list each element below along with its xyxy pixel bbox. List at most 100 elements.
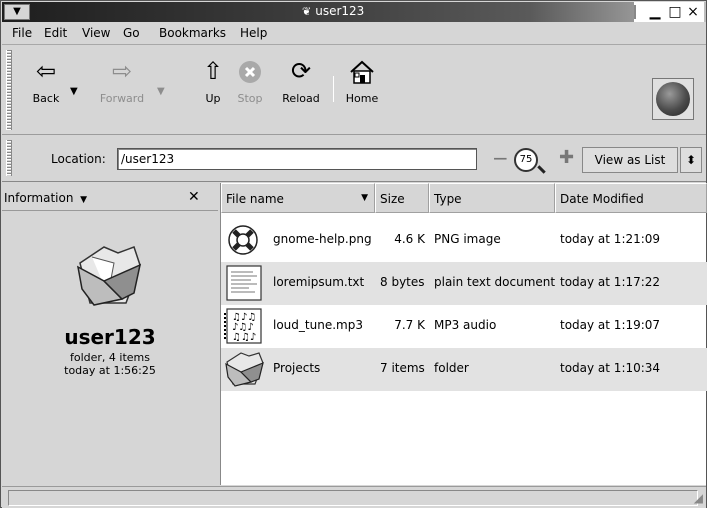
sidebar-title: Information <box>4 191 74 205</box>
location-label: Location: <box>51 152 106 166</box>
menu-help-label: Help <box>240 26 268 40</box>
menu-edit-label: Edit <box>44 26 68 40</box>
home-icon <box>340 56 384 88</box>
menu-file[interactable]: File <box>12 26 32 40</box>
toolbar: ⇦ Back ▼ ⇨ Forward ▼ ⇧ Up Stop ⟳ Reload <box>2 46 706 135</box>
window-title: ❦ user123 <box>302 4 364 18</box>
folder-icon <box>74 243 146 312</box>
status-text-field <box>8 490 698 506</box>
close-sidebar-icon[interactable]: ✕ <box>188 189 200 205</box>
file-list: File name ▼ Size Type Date Modified gnom… <box>220 183 707 485</box>
file-size: 7.7 K <box>394 318 425 332</box>
menu-help[interactable]: Help <box>240 26 267 40</box>
file-name: loud_tune.mp3 <box>273 318 363 332</box>
column-name-label: File name <box>226 192 284 206</box>
maximize-button[interactable]: □ <box>666 3 684 21</box>
throbber <box>652 78 694 120</box>
text-document-icon <box>223 264 267 302</box>
menu-file-label: File <box>12 26 33 40</box>
file-date: today at 1:21:09 <box>560 232 661 246</box>
file-name: gnome-help.png <box>273 232 372 246</box>
column-header-date[interactable]: Date Modified <box>555 183 707 213</box>
menu-view[interactable]: View <box>82 26 110 40</box>
file-type: MP3 audio <box>434 318 497 332</box>
location-input[interactable] <box>117 148 477 170</box>
menu-bookmarks-label: Bookmarks <box>159 26 227 40</box>
forward-arrow-icon: ⇨ <box>111 57 133 85</box>
activity-orb-icon <box>656 82 690 116</box>
zoom-in-icon[interactable]: ✚ <box>559 148 574 168</box>
stop-icon <box>230 56 270 88</box>
forward-button[interactable]: ⇨ Forward <box>94 56 150 105</box>
home-label: Home <box>345 92 379 105</box>
file-row[interactable]: Projects 7 items folder today at 1:10:34 <box>221 348 707 391</box>
forward-label: Forward <box>99 92 145 105</box>
reload-icon: ⟳ <box>290 57 312 85</box>
file-type: plain text document <box>434 275 556 289</box>
file-name: Projects <box>273 361 321 375</box>
sort-descending-icon: ▼ <box>361 193 368 203</box>
window-controls: ▁ □ × <box>634 2 704 22</box>
file-row[interactable]: loremipsum.txt 8 bytes plain text docume… <box>221 262 707 305</box>
menu-go-label: Go <box>123 26 140 40</box>
forward-history-dropdown[interactable]: ▼ <box>157 86 165 97</box>
menu-bar: File Edit View Go Bookmarks Help <box>2 23 706 45</box>
file-row[interactable]: ♫♪♫ ♪♫♪ ♫♫♪ loud_tune.mp3 7.7 K MP3 audi… <box>221 305 707 348</box>
up-arrow-icon: ⇧ <box>202 57 224 85</box>
back-button[interactable]: ⇦ Back <box>26 56 66 105</box>
column-type-label: Type <box>434 192 462 206</box>
file-name: loremipsum.txt <box>273 275 365 289</box>
column-header-type[interactable]: Type <box>429 183 555 213</box>
reload-button[interactable]: ⟳ Reload <box>278 56 324 105</box>
back-history-dropdown[interactable]: ▼ <box>70 86 78 97</box>
home-button[interactable]: Home <box>340 56 384 105</box>
menu-view-label: View <box>82 26 111 40</box>
file-date: today at 1:17:22 <box>560 275 661 289</box>
file-manager-window: ▼ ❦ user123 ▁ □ × File Edit View Go Bookm… <box>0 0 707 508</box>
window-controls-divider <box>634 5 636 19</box>
file-row[interactable]: gnome-help.png 4.6 K PNG image today at … <box>221 219 707 262</box>
window-menu-button[interactable]: ▼ <box>4 4 30 20</box>
music-score-icon: ♫♪♫ ♪♫♪ ♫♫♪ <box>223 307 267 345</box>
back-label: Back <box>32 92 60 105</box>
zoom-out-icon[interactable]: − <box>492 148 509 168</box>
location-bar: Location: − 75 ✚ View as List ⬍ <box>2 136 706 182</box>
folder-icon <box>223 350 267 388</box>
status-bar: ◢ <box>2 486 706 508</box>
sidebar-panel-selector[interactable]: Information ▼ <box>4 191 87 205</box>
close-button[interactable]: × <box>684 3 702 21</box>
sidebar: Information ▼ ✕ user123 folder, 4 items … <box>2 183 218 485</box>
file-date: today at 1:10:34 <box>560 361 661 375</box>
column-date-label: Date Modified <box>560 192 644 206</box>
zoom-level-button[interactable]: 75 <box>514 148 538 172</box>
toolbar-grip[interactable] <box>6 50 12 130</box>
menu-edit[interactable]: Edit <box>44 26 67 40</box>
resize-grip-icon[interactable]: ◢ <box>694 491 703 505</box>
menu-bookmarks[interactable]: Bookmarks <box>159 26 226 40</box>
menu-go[interactable]: Go <box>123 26 140 40</box>
minimize-button[interactable]: ▁ <box>646 3 664 21</box>
title-bar[interactable]: ▼ ❦ user123 ▁ □ × <box>2 2 706 22</box>
file-type: folder <box>434 361 469 375</box>
stop-label: Stop <box>237 92 263 105</box>
column-size-label: Size <box>380 192 405 206</box>
file-size: 7 items <box>380 361 425 375</box>
file-size: 4.6 K <box>394 232 425 246</box>
paw-icon: ❦ <box>302 5 312 18</box>
view-mode-spinner[interactable]: ⬍ <box>680 147 702 173</box>
column-header-name[interactable]: File name ▼ <box>221 183 375 213</box>
file-type: PNG image <box>434 232 501 246</box>
up-button[interactable]: ⇧ Up <box>198 56 228 105</box>
location-bar-grip[interactable] <box>6 140 12 176</box>
zoom-level-value: 75 <box>519 154 533 165</box>
svg-text:♫♫♪: ♫♫♪ <box>232 332 256 343</box>
lifebuoy-icon <box>223 221 267 259</box>
file-date: today at 1:19:07 <box>560 318 661 332</box>
magnifier-handle <box>537 165 546 174</box>
stop-button[interactable]: Stop <box>230 56 270 105</box>
sidebar-folder-info: folder, 4 items <box>69 351 150 364</box>
up-down-arrows-icon: ⬍ <box>685 153 697 167</box>
column-header-size[interactable]: Size <box>375 183 429 213</box>
toolbar-separator <box>333 76 334 102</box>
view-as-button[interactable]: View as List <box>582 147 678 173</box>
